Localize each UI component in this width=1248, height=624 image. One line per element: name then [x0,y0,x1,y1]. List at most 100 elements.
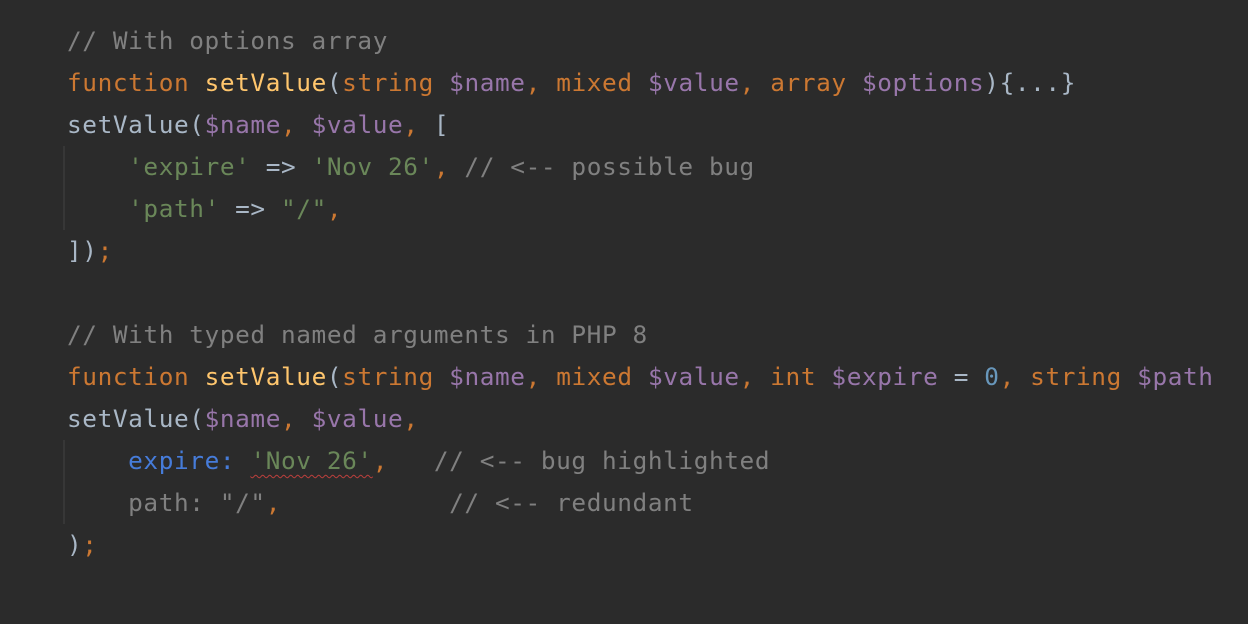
string-literal: 'expire' [128,152,251,181]
variable-token: $name [204,404,282,433]
folded-code-block[interactable]: {...} [1000,68,1076,97]
code-comment: // With typed named arguments in PHP 8 [67,320,648,349]
punctuation-token: , [265,488,281,517]
code-comment: // With options array [67,26,388,55]
punctuation-token: , [739,68,755,97]
punctuation-token: , [999,362,1015,391]
punctuation-token: , [403,110,419,139]
keyword-token: mixed [556,362,633,391]
keyword-token: string [1030,362,1122,391]
punctuation-token: , [433,152,450,181]
punctuation-token: ; [82,530,98,559]
punctuation-token: ; [97,236,113,265]
code-line[interactable]: ); [67,524,98,566]
code-token: [ [433,110,450,139]
punctuation-token: , [403,404,419,433]
keyword-token: string [342,362,434,391]
variable-token: $value [647,362,740,391]
code-token: => [250,152,312,181]
indent-guide [63,440,65,524]
variable-token: $value [311,110,404,139]
variable-token: $value [311,404,404,433]
code-token: ) [67,530,83,559]
variable-token: $expire [831,362,939,391]
error-highlighted-argument: 'Nov 26' [250,446,373,475]
keyword-token: function [67,68,190,97]
code-comment: // <-- bug highlighted [388,446,771,475]
code-token: ) [984,68,1000,97]
code-comment: // <-- possible bug [449,152,755,181]
variable-token: $name [204,110,282,139]
code-line[interactable]: path: "/", // <-- redundant [67,482,694,524]
code-line[interactable]: setValue($name, $value, [67,398,419,440]
punctuation-token: , [525,362,541,391]
code-line[interactable]: // With options array [67,20,388,62]
code-token: = [938,362,985,391]
variable-token: $value [647,68,740,97]
code-token: ( [326,362,343,391]
code-editor[interactable]: // With options array function setValue(s… [0,0,1248,624]
code-line[interactable]: function setValue(string $name, mixed $v… [67,62,1076,104]
code-line[interactable]: function setValue(string $name, mixed $v… [67,356,1214,398]
code-line[interactable]: ]); [67,230,113,272]
punctuation-token: , [281,110,297,139]
code-line[interactable]: expire: 'Nov 26', // <-- bug highlighted [67,440,770,482]
code-line[interactable]: 'path' => "/", [67,188,342,230]
function-name-token: setValue [204,362,327,391]
keyword-token: int [770,362,817,391]
keyword-token: string [342,68,434,97]
code-token: ( [326,68,343,97]
number-literal: 0 [984,362,1000,391]
function-name-token: setValue [204,68,327,97]
redundant-argument: path: "/" [128,488,266,517]
keyword-token: mixed [556,68,633,97]
punctuation-token: , [739,362,755,391]
punctuation-token: , [326,194,343,223]
variable-token: $name [449,68,526,97]
variable-token: $path [1137,362,1214,391]
code-line[interactable]: 'expire' => 'Nov 26', // <-- possible bu… [67,146,755,188]
punctuation-token: , [372,446,389,475]
code-line[interactable]: setValue($name, $value, [ [67,104,449,146]
variable-token: $options [861,68,985,97]
code-token: setValue [67,404,190,433]
named-argument-label: expire: [128,446,236,475]
string-literal: 'Nov 26' [311,152,434,181]
string-literal: 'path' [128,194,220,223]
punctuation-token: , [281,404,297,433]
indent-guide [63,146,65,230]
code-token: => [219,194,281,223]
variable-token: $name [449,362,526,391]
code-token: ( [189,404,205,433]
punctuation-token: , [525,68,541,97]
code-line[interactable]: // With typed named arguments in PHP 8 [67,314,648,356]
code-token: setValue [67,110,190,139]
string-literal: "/" [281,194,327,223]
keyword-token: array [770,68,847,97]
code-comment: // <-- redundant [281,488,694,517]
keyword-token: function [67,362,190,391]
code-token: ]) [67,236,98,265]
